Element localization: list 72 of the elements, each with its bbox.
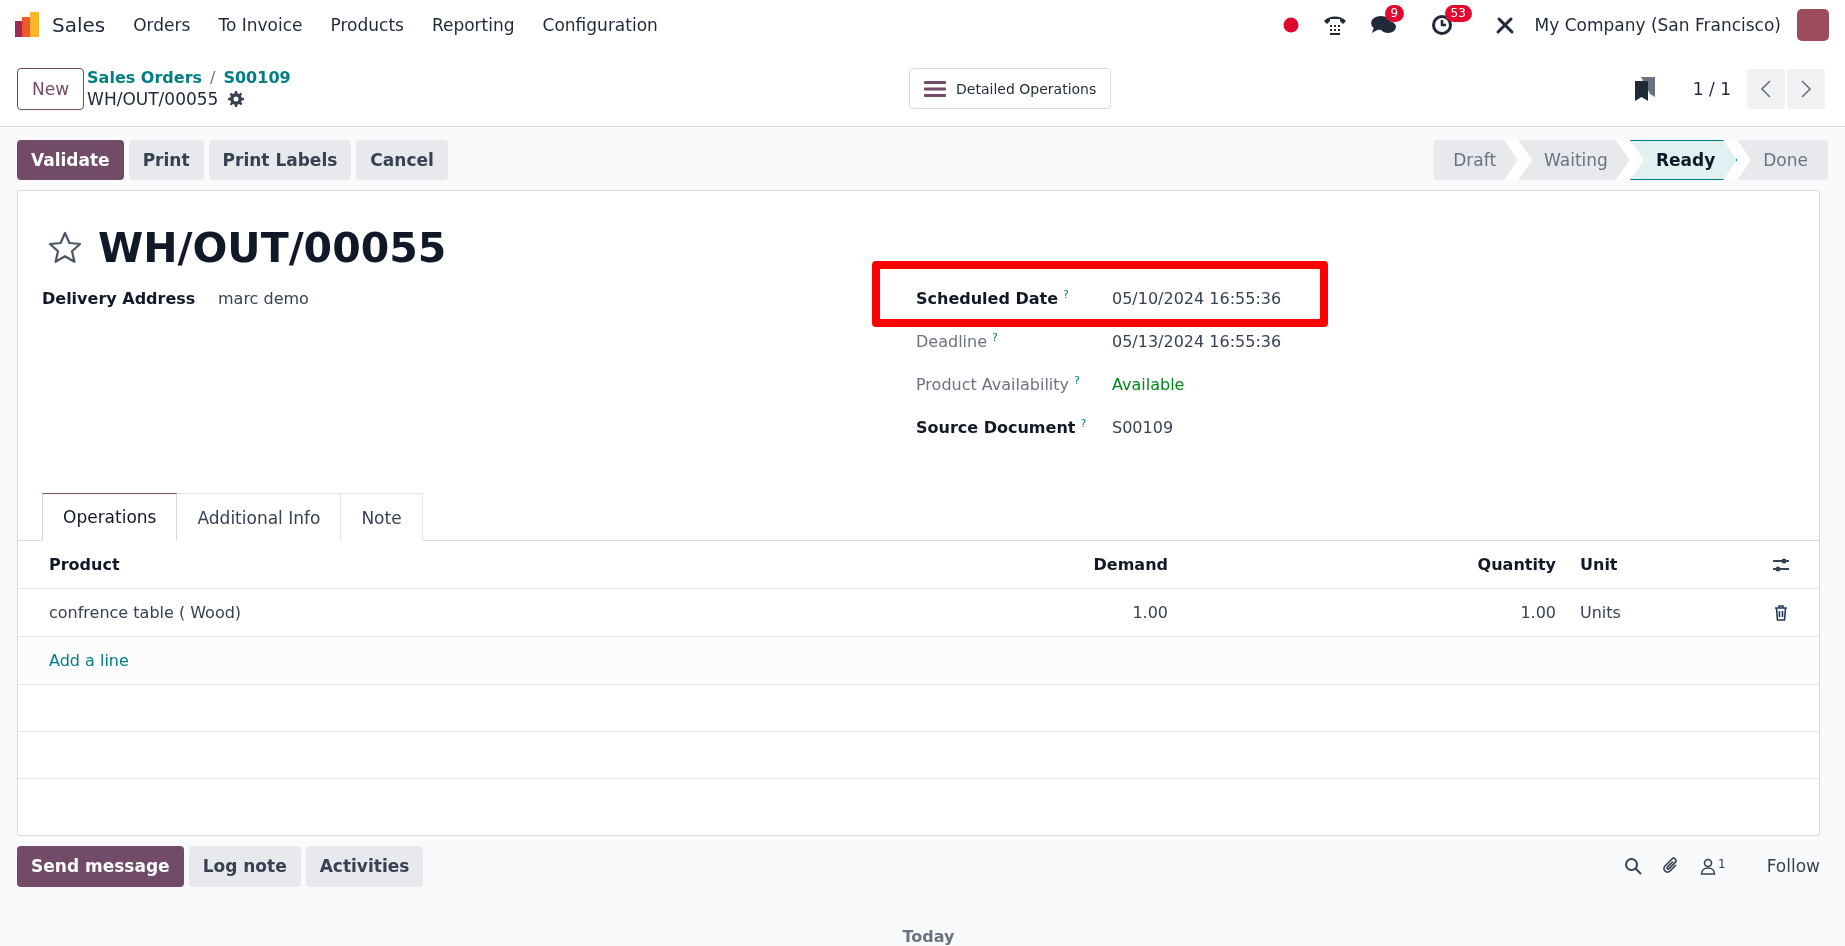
action-button[interactable]: Cancel bbox=[356, 140, 448, 180]
field-label: Source Document $^{?}$ bbox=[916, 417, 1088, 438]
menu-item[interactable]: Reporting bbox=[417, 0, 529, 50]
field-value[interactable]: 05/13/2024 16:55:36 bbox=[1112, 332, 1282, 351]
bookmark-icon[interactable] bbox=[1634, 76, 1655, 101]
phone-icon[interactable] bbox=[1322, 14, 1347, 36]
help-tooltip-mark[interactable]: ? bbox=[1080, 417, 1087, 431]
chatter-button[interactable]: Send message bbox=[17, 845, 184, 887]
star-icon[interactable] bbox=[48, 231, 82, 265]
tab[interactable]: Operations bbox=[42, 493, 178, 541]
action-button[interactable]: Print Labels bbox=[208, 140, 352, 180]
field-label: Product Availability $^{?}$ bbox=[916, 374, 1081, 395]
search-icon[interactable] bbox=[1624, 857, 1643, 875]
app-logo-icon[interactable] bbox=[14, 11, 42, 39]
action-button[interactable]: Validate bbox=[17, 140, 124, 180]
follow-button[interactable]: Follow bbox=[1766, 856, 1820, 876]
chevron-left-icon bbox=[1761, 79, 1771, 98]
table-cell-text: 1.00 bbox=[1519, 603, 1557, 622]
notification-badge: 9 bbox=[1384, 5, 1405, 22]
pager-value[interactable]: 1 / 1 bbox=[1692, 78, 1731, 99]
record-title: WH/OUT/00055 bbox=[98, 224, 447, 272]
chatter-button[interactable]: Activities bbox=[305, 845, 424, 887]
company-name[interactable]: My Company (San Francisco) bbox=[1534, 15, 1781, 35]
column-header[interactable]: Quantity bbox=[1195, 555, 1568, 574]
help-tooltip-mark[interactable]: ? bbox=[992, 331, 998, 345]
field-label: Delivery Address bbox=[42, 289, 197, 308]
breadcrumb-link[interactable]: Sales Orders bbox=[87, 68, 203, 87]
breadcrumb-link[interactable]: S00109 bbox=[223, 68, 291, 87]
menu-item[interactable]: Configuration bbox=[528, 0, 672, 50]
breadcrumb-separator: / bbox=[210, 68, 216, 87]
user-avatar[interactable] bbox=[1797, 9, 1829, 41]
chevron-right-icon bbox=[1801, 79, 1811, 98]
chatter-button[interactable]: Log note bbox=[188, 845, 301, 887]
detailed-operations-button[interactable]: Detailed Operations bbox=[909, 68, 1112, 109]
notification-badge: 53 bbox=[1444, 5, 1472, 22]
person-icon[interactable] bbox=[1700, 857, 1717, 875]
menu-item[interactable]: To Invoice bbox=[204, 0, 317, 50]
tab[interactable]: Additional Info bbox=[176, 493, 342, 541]
tab[interactable]: Note bbox=[340, 493, 423, 541]
sliders-icon[interactable] bbox=[1772, 556, 1790, 573]
status-stage[interactable]: Ready bbox=[1629, 140, 1738, 180]
gear-icon[interactable] bbox=[228, 91, 245, 107]
help-tooltip-mark[interactable]: ? bbox=[1063, 288, 1069, 302]
record-dot-icon[interactable] bbox=[1282, 17, 1299, 33]
field-value[interactable]: marc demo bbox=[218, 289, 916, 308]
status-stage[interactable]: Done bbox=[1737, 140, 1828, 180]
field-value[interactable]: 05/10/2024 16:55:36 bbox=[1112, 289, 1282, 308]
new-button[interactable]: New bbox=[17, 67, 85, 110]
list-icon bbox=[924, 79, 947, 98]
action-button[interactable]: Print bbox=[128, 140, 204, 180]
menu-item[interactable]: Orders bbox=[119, 0, 205, 50]
add-line-link[interactable]: Add a line bbox=[49, 651, 129, 670]
trash-icon[interactable] bbox=[1774, 604, 1788, 621]
status-stage[interactable]: Draft bbox=[1433, 140, 1519, 180]
column-header[interactable]: Unit bbox=[1568, 555, 1753, 574]
follower-count: 1 bbox=[1718, 857, 1726, 871]
table-cell-text: confrence table ( Wood) bbox=[49, 603, 243, 622]
column-header[interactable]: Demand bbox=[1015, 555, 1195, 574]
app-title[interactable]: Sales bbox=[42, 0, 120, 50]
status-stage[interactable]: Waiting bbox=[1518, 140, 1630, 180]
menu-item[interactable]: Products bbox=[316, 0, 418, 50]
clock-icon[interactable] bbox=[1430, 14, 1453, 36]
date-separator: Today bbox=[902, 927, 955, 946]
field-value[interactable]: S00109 bbox=[1112, 418, 1282, 437]
field-label: Scheduled Date $^{?}$ bbox=[916, 288, 1070, 309]
column-header[interactable]: Product bbox=[49, 555, 1015, 574]
table-cell-text: Units bbox=[1579, 603, 1622, 622]
availability-status[interactable]: Available bbox=[1112, 375, 1282, 394]
field-label: Deadline $^{?}$ bbox=[916, 331, 999, 352]
breadcrumb-current: WH/OUT/00055 bbox=[87, 89, 219, 109]
help-tooltip-mark[interactable]: ? bbox=[1074, 374, 1080, 388]
table-cell-text: 1.00 bbox=[1131, 603, 1169, 622]
